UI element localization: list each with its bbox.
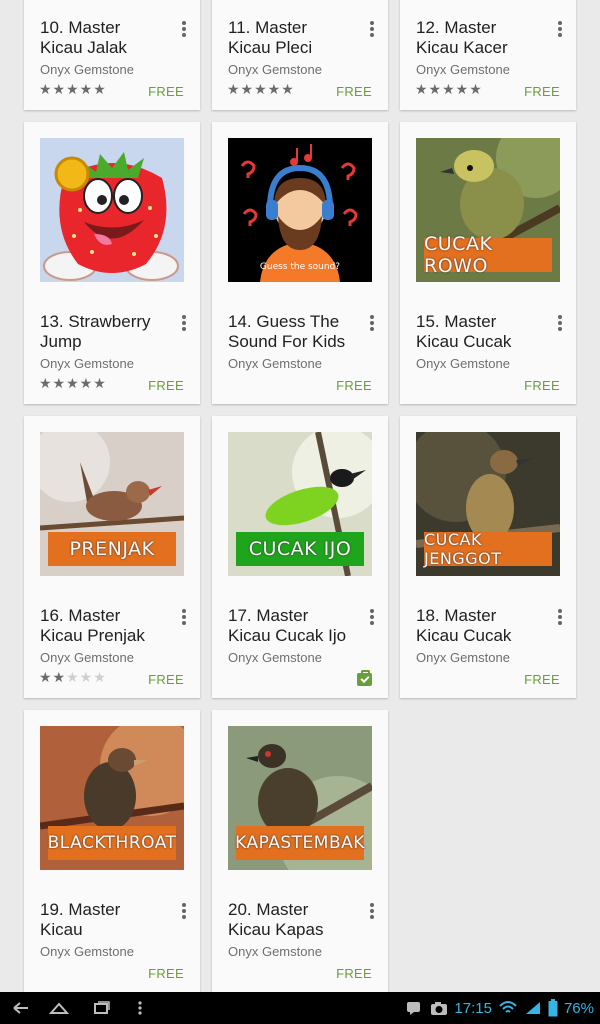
app-card[interactable]: 10. Master Kicau Jalak Onyx Gemstone ★★★… bbox=[24, 0, 200, 110]
home-icon[interactable] bbox=[48, 998, 70, 1018]
app-card[interactable]: 13. Strawberry Jump Onyx Gemstone ★★★★★ … bbox=[24, 122, 200, 404]
app-card[interactable]: CUCAK JENGGOT 18. Master Kicau Cucak Ony… bbox=[400, 416, 576, 698]
app-title: 16. Master Kicau Prenjak bbox=[40, 606, 145, 645]
clock-time: 17:15 bbox=[454, 999, 492, 1017]
battery-percentage: 76% bbox=[563, 999, 594, 1017]
rating-stars: ★★★★★ bbox=[39, 669, 107, 685]
app-card[interactable]: KAPASTEMBAK 20. Master Kicau Kapas Onyx … bbox=[212, 710, 388, 992]
recent-apps-icon[interactable] bbox=[90, 998, 112, 1018]
overflow-menu-icon[interactable] bbox=[368, 902, 376, 920]
signal-icon bbox=[525, 1002, 540, 1014]
price-label: FREE bbox=[524, 672, 560, 687]
overflow-menu-icon[interactable] bbox=[556, 20, 564, 38]
overflow-menu-icon[interactable] bbox=[180, 902, 188, 920]
app-icon-bird: CUCAK ROWO bbox=[416, 138, 560, 282]
app-icon-guess-sound: Guess the sound? bbox=[228, 138, 372, 282]
rating-stars: ★★★★★ bbox=[415, 81, 483, 97]
price-label: FREE bbox=[336, 84, 372, 99]
back-icon[interactable] bbox=[10, 998, 32, 1018]
price-label: FREE bbox=[336, 966, 372, 981]
app-icon-bird: PRENJAK bbox=[40, 432, 184, 576]
developer-name: Onyx Gemstone bbox=[40, 650, 134, 665]
image-label: KAPASTEMBAK bbox=[235, 826, 364, 860]
app-icon-bird: BLACKTHROAT bbox=[40, 726, 184, 870]
app-card[interactable]: PRENJAK 16. Master Kicau Prenjak Onyx Ge… bbox=[24, 416, 200, 698]
app-title: 20. Master Kicau Kapas bbox=[228, 900, 324, 939]
rating-stars: ★★★★★ bbox=[39, 81, 107, 97]
price-label: FREE bbox=[524, 84, 560, 99]
developer-name: Onyx Gemstone bbox=[228, 62, 322, 77]
overflow-menu-icon[interactable] bbox=[180, 20, 188, 38]
app-title: 19. Master Kicau bbox=[40, 900, 121, 939]
image-label: CUCAK IJO bbox=[236, 532, 364, 566]
battery-icon bbox=[548, 999, 558, 1017]
app-card[interactable]: CUCAK ROWO 15. Master Kicau Cucak Onyx G… bbox=[400, 122, 576, 404]
developer-name: Onyx Gemstone bbox=[416, 650, 510, 665]
image-label: CUCAK JENGGOT bbox=[424, 530, 552, 568]
price-label: FREE bbox=[148, 378, 184, 393]
chat-notification-icon bbox=[407, 1002, 421, 1015]
app-title: 10. Master Kicau Jalak bbox=[40, 18, 127, 57]
developer-name: Onyx Gemstone bbox=[416, 356, 510, 371]
price-label: FREE bbox=[148, 966, 184, 981]
image-label: PRENJAK bbox=[48, 532, 176, 566]
overflow-menu-icon[interactable] bbox=[556, 314, 564, 332]
status-area: 17:15 76% bbox=[406, 998, 594, 1018]
price-label: FREE bbox=[336, 378, 372, 393]
wifi-icon bbox=[499, 1001, 517, 1013]
overflow-menu-icon[interactable] bbox=[368, 314, 376, 332]
developer-name: Onyx Gemstone bbox=[416, 62, 510, 77]
rating-stars: ★★★★★ bbox=[39, 375, 107, 391]
app-title: 15. Master Kicau Cucak bbox=[416, 312, 512, 351]
app-icon-bird: CUCAK JENGGOT bbox=[416, 432, 560, 576]
app-icon-strawberry bbox=[40, 138, 184, 282]
price-label: FREE bbox=[524, 378, 560, 393]
overflow-menu-icon[interactable] bbox=[368, 20, 376, 38]
camera-icon bbox=[431, 1002, 448, 1015]
app-card[interactable]: 11. Master Kicau Pleci Onyx Gemstone ★★★… bbox=[212, 0, 388, 110]
overflow-menu-icon[interactable] bbox=[180, 314, 188, 332]
image-caption: Guess the sound? bbox=[260, 262, 340, 272]
developer-name: Onyx Gemstone bbox=[228, 944, 322, 959]
app-card[interactable]: Guess the sound? 14. Guess The Sound For… bbox=[212, 122, 388, 404]
app-title: 14. Guess The Sound For Kids bbox=[228, 312, 346, 351]
developer-name: Onyx Gemstone bbox=[40, 944, 134, 959]
developer-name: Onyx Gemstone bbox=[40, 356, 134, 371]
app-title: 13. Strawberry Jump bbox=[40, 312, 151, 351]
app-title: 18. Master Kicau Cucak bbox=[416, 606, 512, 645]
overflow-menu-icon[interactable] bbox=[180, 608, 188, 626]
menu-icon[interactable] bbox=[136, 998, 144, 1018]
price-label: FREE bbox=[148, 672, 184, 687]
overflow-menu-icon[interactable] bbox=[556, 608, 564, 626]
price-label: FREE bbox=[148, 84, 184, 99]
app-card[interactable]: 12. Master Kicau Kacer Onyx Gemstone ★★★… bbox=[400, 0, 576, 110]
app-icon-bird: KAPASTEMBAK bbox=[228, 726, 372, 870]
installed-bag-icon bbox=[357, 670, 372, 686]
app-card[interactable]: BLACKTHROAT 19. Master Kicau Onyx Gemsto… bbox=[24, 710, 200, 992]
app-title: 12. Master Kicau Kacer bbox=[416, 18, 508, 57]
developer-name: Onyx Gemstone bbox=[228, 650, 322, 665]
system-navigation-bar: 17:15 76% bbox=[0, 992, 600, 1024]
app-title: 17. Master Kicau Cucak Ijo bbox=[228, 606, 347, 645]
app-icon-bird: CUCAK IJO bbox=[228, 432, 372, 576]
app-card[interactable]: CUCAK IJO 17. Master Kicau Cucak Ijo Ony… bbox=[212, 416, 388, 698]
rating-stars: ★★★★★ bbox=[227, 81, 295, 97]
image-label: CUCAK ROWO bbox=[424, 233, 552, 277]
developer-name: Onyx Gemstone bbox=[228, 356, 322, 371]
image-label: BLACKTHROAT bbox=[48, 826, 176, 860]
app-title: 11. Master Kicau Pleci bbox=[228, 18, 313, 57]
developer-name: Onyx Gemstone bbox=[40, 62, 134, 77]
overflow-menu-icon[interactable] bbox=[368, 608, 376, 626]
